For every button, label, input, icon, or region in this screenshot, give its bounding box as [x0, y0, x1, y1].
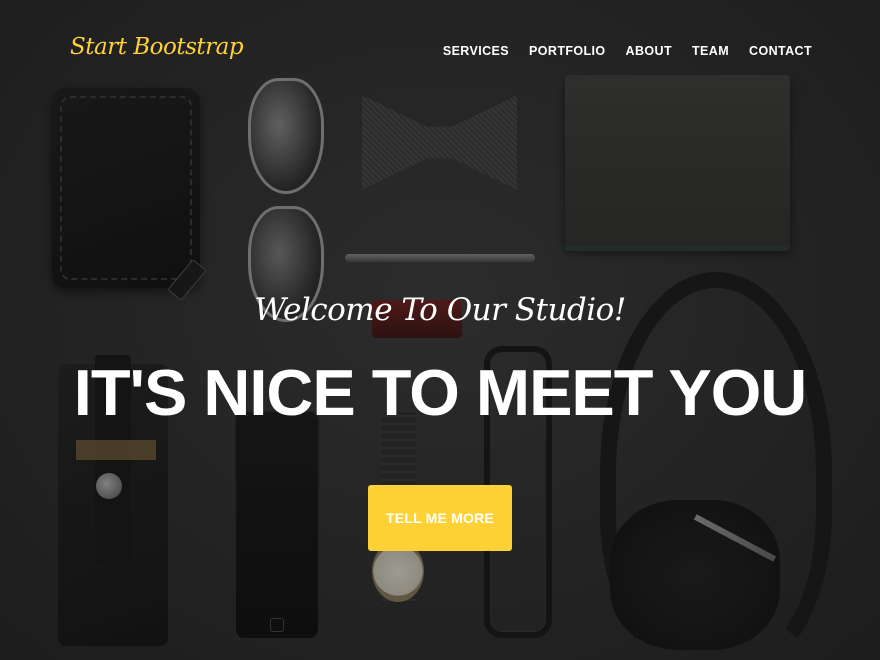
nav-item-services: Services: [443, 42, 509, 60]
nav-item-team: Team: [692, 42, 729, 60]
hero-heading: IT'S NICE TO MEET YOU: [73, 356, 807, 429]
nav-link-contact[interactable]: Contact: [749, 44, 812, 58]
background-overlay: [0, 0, 880, 660]
main-nav: Services Portfolio About Team Contact: [443, 42, 812, 60]
hero-subheading: Welcome To Our Studio!: [254, 292, 626, 328]
nav-item-contact: Contact: [749, 42, 812, 60]
nav-item-portfolio: Portfolio: [529, 42, 606, 60]
nav-link-about[interactable]: About: [626, 44, 672, 58]
hero-page: Start Bootstrap Services Portfolio About…: [0, 0, 880, 660]
nav-link-portfolio[interactable]: Portfolio: [529, 44, 606, 58]
nav-item-about: About: [626, 42, 672, 60]
tell-me-more-button[interactable]: Tell Me More: [368, 485, 512, 551]
nav-link-services[interactable]: Services: [443, 44, 509, 58]
nav-link-team[interactable]: Team: [692, 44, 729, 58]
brand-logo-link[interactable]: Start Bootstrap: [70, 34, 244, 60]
